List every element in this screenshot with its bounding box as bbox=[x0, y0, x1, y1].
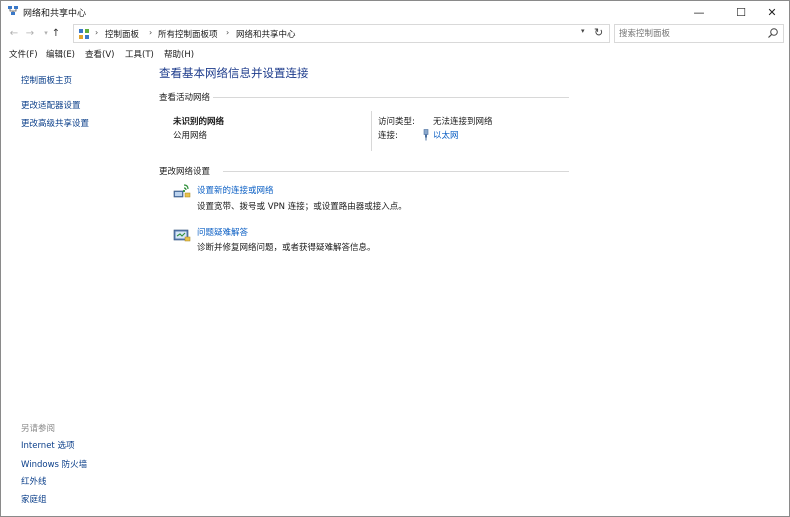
search-input[interactable] bbox=[619, 27, 759, 40]
ethernet-link[interactable]: 以太网 bbox=[433, 129, 459, 141]
sidebar-link-control-panel-home[interactable]: 控制面板主页 bbox=[21, 74, 72, 86]
window-title: 网络和共享中心 bbox=[23, 9, 87, 19]
active-networks-heading: 查看活动网络 bbox=[159, 93, 211, 103]
forward-button[interactable]: → bbox=[23, 26, 37, 40]
menu-edit[interactable]: 编辑(E) bbox=[46, 48, 75, 60]
troubleshoot-icon bbox=[173, 229, 191, 242]
menu-tools[interactable]: 工具(T) bbox=[125, 48, 154, 60]
breadcrumb-network-center[interactable]: 网络和共享中心 bbox=[236, 28, 296, 40]
network-name[interactable]: 未识别的网络 bbox=[173, 115, 224, 127]
network-center-icon bbox=[8, 6, 18, 15]
ethernet-icon bbox=[423, 129, 429, 141]
sidebar-link-windows-firewall[interactable]: Windows 防火墙 bbox=[21, 458, 87, 470]
section-divider bbox=[213, 97, 569, 98]
address-row: ← → ▾ ↑ › 控制面板 › 所有控制面板项 › 网络和共享中心 ▾ ↻ bbox=[1, 23, 789, 45]
search-box bbox=[614, 24, 784, 43]
sidebar-link-internet-options[interactable]: Internet 选项 bbox=[21, 439, 74, 451]
window: 网络和共享中心 — ☐ ✕ ← → ▾ ↑ › 控制面板 › 所有控制面板项 ›… bbox=[0, 0, 790, 517]
troubleshoot-description: 诊断并修复网络问题，或者获得疑难解答信息。 bbox=[197, 243, 376, 253]
breadcrumb-all-items[interactable]: 所有控制面板项 bbox=[158, 28, 218, 40]
address-bar[interactable]: › 控制面板 › 所有控制面板项 › 网络和共享中心 ▾ ↻ bbox=[73, 24, 610, 43]
access-type-value: 无法连接到网络 bbox=[433, 117, 493, 127]
setup-new-connection-description: 设置宽带、拨号或 VPN 连接；或设置路由器或接入点。 bbox=[197, 202, 407, 212]
search-icon[interactable] bbox=[767, 27, 779, 39]
title-bar: 网络和共享中心 — ☐ ✕ bbox=[1, 1, 789, 23]
minimize-button[interactable]: — bbox=[682, 1, 716, 23]
breadcrumb-separator: › bbox=[149, 28, 153, 37]
address-dropdown-button[interactable]: ▾ bbox=[581, 27, 585, 35]
sidebar-link-homegroup[interactable]: 家庭组 bbox=[21, 493, 47, 505]
connections-label: 连接: bbox=[378, 131, 398, 141]
control-panel-icon bbox=[79, 29, 89, 39]
refresh-button[interactable]: ↻ bbox=[594, 26, 603, 39]
troubleshoot-link[interactable]: 问题疑难解答 bbox=[197, 226, 248, 238]
breadcrumb-separator: › bbox=[226, 28, 230, 37]
breadcrumb-control-panel[interactable]: 控制面板 bbox=[105, 28, 139, 40]
menu-file[interactable]: 文件(F) bbox=[9, 48, 38, 60]
sidebar-link-advanced-sharing[interactable]: 更改高级共享设置 bbox=[21, 117, 89, 129]
page-title: 查看基本网络信息并设置连接 bbox=[159, 66, 309, 80]
menu-view[interactable]: 查看(V) bbox=[85, 48, 114, 60]
access-type-label: 访问类型: bbox=[378, 117, 415, 127]
maximize-button[interactable]: ☐ bbox=[724, 1, 758, 23]
sidebar-link-adapter-settings[interactable]: 更改适配器设置 bbox=[21, 99, 81, 111]
section-divider bbox=[223, 171, 569, 172]
setup-new-connection-link[interactable]: 设置新的连接或网络 bbox=[197, 184, 274, 196]
menu-bar: 文件(F) 编辑(E) 查看(V) 工具(T) 帮助(H) bbox=[1, 46, 789, 62]
menu-help[interactable]: 帮助(H) bbox=[164, 48, 194, 60]
network-type[interactable]: 公用网络 bbox=[173, 129, 207, 141]
see-also-heading: 另请参阅 bbox=[21, 424, 56, 434]
vertical-divider bbox=[371, 111, 372, 151]
breadcrumb-separator: › bbox=[95, 28, 99, 37]
change-settings-heading: 更改网络设置 bbox=[159, 167, 211, 177]
back-button[interactable]: ← bbox=[7, 26, 21, 40]
up-button[interactable]: ↑ bbox=[49, 26, 63, 40]
close-button[interactable]: ✕ bbox=[755, 1, 789, 23]
sidebar-link-infrared[interactable]: 红外线 bbox=[21, 475, 47, 487]
new-connection-icon bbox=[173, 184, 191, 198]
